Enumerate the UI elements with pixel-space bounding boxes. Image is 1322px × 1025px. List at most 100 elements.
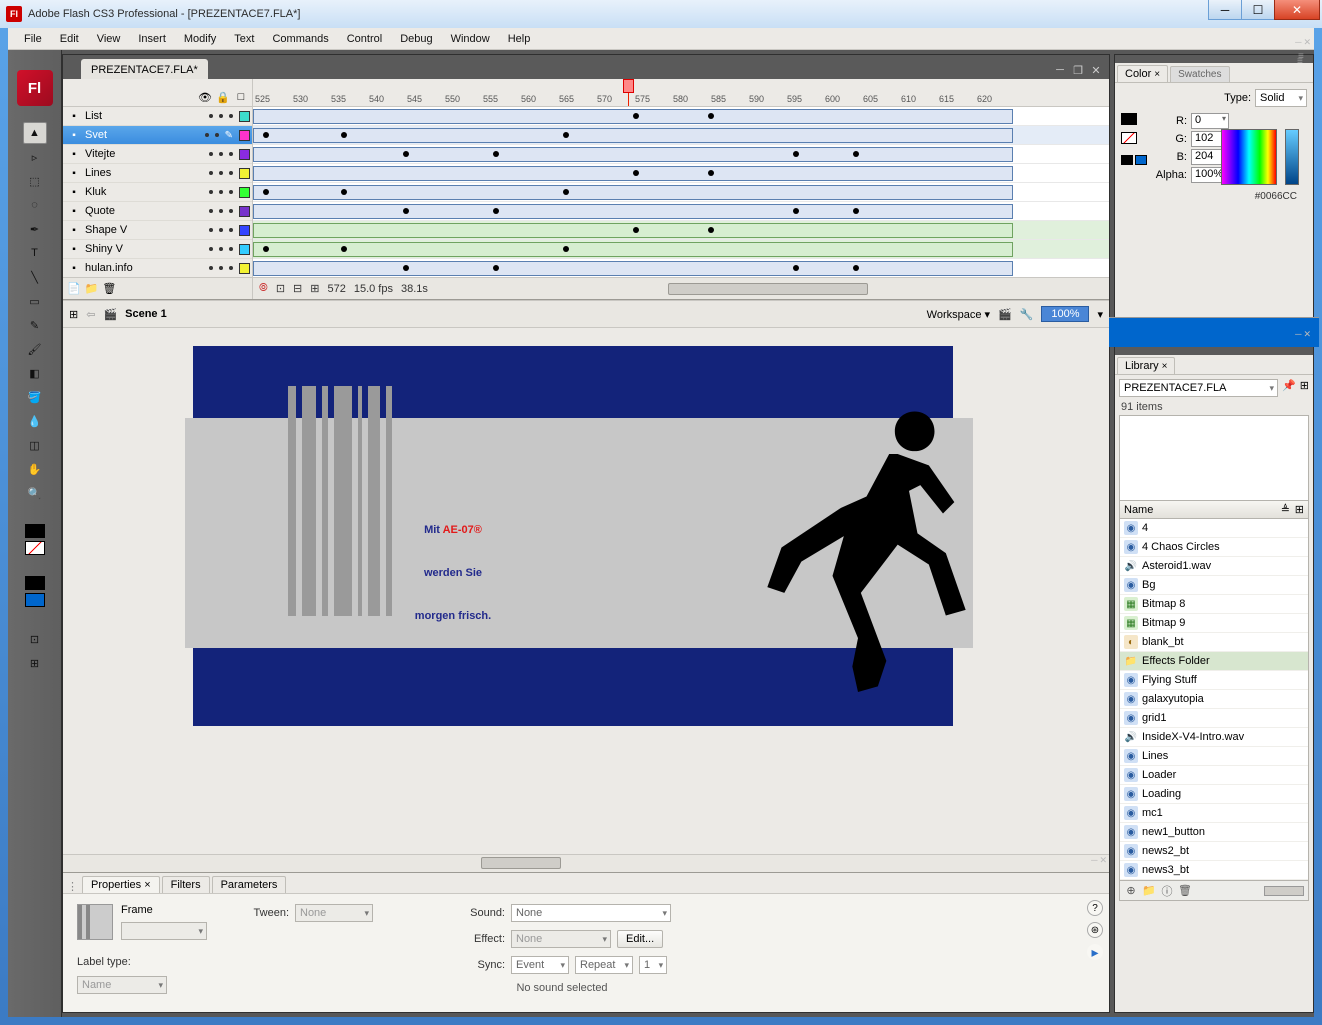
frame-name-input[interactable] xyxy=(121,922,207,940)
library-item[interactable]: ◉Flying Stuff xyxy=(1120,671,1308,690)
library-item[interactable]: ◉4 Chaos Circles xyxy=(1120,538,1308,557)
layer-row[interactable]: ▪Vitejte xyxy=(63,145,252,164)
layer-color-box[interactable] xyxy=(239,263,250,274)
layer-color-box[interactable] xyxy=(239,130,250,141)
layer-color-box[interactable] xyxy=(239,149,250,160)
new-layer-icon[interactable]: 📄 xyxy=(67,282,81,295)
default-colors-icon[interactable] xyxy=(1121,155,1133,165)
doc-close-icon[interactable]: ✕ xyxy=(1089,63,1103,77)
library-item[interactable]: 🔊InsideX-V4-Intro.wav xyxy=(1120,728,1308,747)
center-frame-icon[interactable]: ⊡ xyxy=(276,282,285,295)
edit-symbol-dropdown-icon[interactable]: 🔧 xyxy=(1020,308,1034,321)
stage-h-scrollbar[interactable] xyxy=(63,854,1109,872)
menu-insert[interactable]: Insert xyxy=(130,31,174,47)
accessibility-icon[interactable]: ⊛ xyxy=(1087,922,1103,938)
fill-type-combo[interactable]: Solid xyxy=(1255,89,1307,107)
stroke-swatch-icon[interactable] xyxy=(1121,113,1137,125)
library-doc-combo[interactable]: PREZENTACE7.FLA xyxy=(1119,379,1278,397)
playhead[interactable] xyxy=(628,79,629,106)
library-item[interactable]: ◉4 xyxy=(1120,519,1308,538)
zoom-input[interactable]: 100% xyxy=(1041,306,1089,322)
workspace-menu[interactable]: Workspace ▾ xyxy=(927,308,990,321)
no-color-icon[interactable] xyxy=(1121,132,1137,144)
hand-tool[interactable]: ✋ xyxy=(23,458,47,480)
tween-combo[interactable]: None xyxy=(295,904,373,922)
edit-sound-button[interactable]: Edit... xyxy=(617,930,663,948)
hex-value[interactable]: #0066CC xyxy=(1255,191,1297,202)
properties-lib-icon[interactable]: ⓘ xyxy=(1160,884,1174,898)
library-item[interactable]: 📁Effects Folder xyxy=(1120,652,1308,671)
stroke-none-icon[interactable] xyxy=(25,541,45,555)
back-icon[interactable]: ⇦ xyxy=(86,308,95,321)
library-item[interactable]: ◉news2_bt xyxy=(1120,842,1308,861)
tab-color[interactable]: Color × xyxy=(1117,65,1168,82)
lib-h-scroll[interactable] xyxy=(1264,886,1304,896)
library-item[interactable]: ◉news3_bt xyxy=(1120,861,1308,880)
layer-color-box[interactable] xyxy=(239,206,250,217)
layer-color-box[interactable] xyxy=(239,225,250,236)
lib-panel-min-icon[interactable]: ─ xyxy=(1295,329,1301,340)
ink-bottle-tool[interactable]: ◧ xyxy=(23,362,47,384)
new-symbol-icon[interactable]: ⊕ xyxy=(1124,884,1138,898)
layer-color-box[interactable] xyxy=(239,187,250,198)
delete-lib-icon[interactable]: 🗑 xyxy=(1178,884,1192,898)
frame-row[interactable] xyxy=(253,126,1109,145)
layer-row[interactable]: ▪Shiny V xyxy=(63,240,252,259)
library-item[interactable]: ◐blank_bt xyxy=(1120,633,1308,652)
text-tool[interactable]: T xyxy=(23,242,47,264)
edit-multiple-icon[interactable]: ⊞ xyxy=(310,282,319,295)
frame-row[interactable] xyxy=(253,183,1109,202)
pencil-tool[interactable]: ✎ xyxy=(23,314,47,336)
close-button[interactable]: ✕ xyxy=(1274,0,1320,20)
snap-option-icon[interactable]: ⊡ xyxy=(23,628,47,650)
free-transform-tool[interactable]: ⬚ xyxy=(23,170,47,192)
library-item[interactable]: ◉grid1 xyxy=(1120,709,1308,728)
library-item[interactable]: 🔊Asteroid1.wav xyxy=(1120,557,1308,576)
tab-library[interactable]: Library × xyxy=(1117,357,1175,374)
delete-layer-icon[interactable]: 🗑 xyxy=(102,282,116,295)
new-folder-icon[interactable]: 📁 xyxy=(85,282,99,295)
edit-scene-dropdown-icon[interactable]: 🎬 xyxy=(998,308,1012,321)
eraser-tool[interactable]: ◫ xyxy=(23,434,47,456)
zoom-tool[interactable]: 🔍 xyxy=(23,482,47,504)
selection-tool[interactable]: ▲ xyxy=(23,122,47,144)
doc-restore-icon[interactable]: ❐ xyxy=(1071,63,1085,77)
stroke-color-chip[interactable] xyxy=(25,524,45,538)
layer-color-box[interactable] xyxy=(239,168,250,179)
help-icon[interactable]: ? xyxy=(1087,900,1103,916)
pen-tool[interactable]: ✒ xyxy=(23,218,47,240)
menu-window[interactable]: Window xyxy=(443,31,498,47)
fill-stroke-swap[interactable] xyxy=(25,576,45,590)
layer-row[interactable]: ▪List xyxy=(63,107,252,126)
lock-column-icon[interactable]: 🔒 xyxy=(216,90,230,104)
stage-area[interactable]: Mit AE-07® werden Sie morgen frisch. xyxy=(63,328,1109,854)
tab-filters[interactable]: Filters xyxy=(162,876,210,893)
onion-outlines-icon[interactable]: ⊟ xyxy=(293,282,302,295)
minimize-button[interactable]: ─ xyxy=(1208,0,1242,20)
frame-row[interactable] xyxy=(253,202,1109,221)
panel-close-icon[interactable]: ✕ xyxy=(1099,855,1107,866)
tab-swatches[interactable]: Swatches xyxy=(1170,66,1229,82)
frame-row[interactable] xyxy=(253,164,1109,183)
r-input[interactable]: 0 xyxy=(1191,113,1229,129)
rectangle-tool[interactable]: ▭ xyxy=(23,290,47,312)
tab-parameters[interactable]: Parameters xyxy=(212,876,287,893)
library-item[interactable]: ▦Bitmap 8 xyxy=(1120,595,1308,614)
maximize-button[interactable]: ☐ xyxy=(1241,0,1275,20)
frame-row[interactable] xyxy=(253,221,1109,240)
zoom-dropdown-icon[interactable]: ▾ xyxy=(1097,308,1103,321)
lib-panel-close-icon[interactable]: ✕ xyxy=(1303,329,1311,340)
menu-control[interactable]: Control xyxy=(339,31,390,47)
library-item[interactable]: ◉new1_button xyxy=(1120,823,1308,842)
eyedropper-tool[interactable]: 💧 xyxy=(23,410,47,432)
frame-row[interactable] xyxy=(253,145,1109,164)
paint-bucket-tool[interactable]: 🪣 xyxy=(23,386,47,408)
pin-library-icon[interactable]: 📌 xyxy=(1282,379,1296,397)
effect-combo[interactable]: None xyxy=(511,930,611,948)
swap-colors-icon[interactable] xyxy=(1135,155,1147,165)
menu-text[interactable]: Text xyxy=(226,31,262,47)
new-folder-lib-icon[interactable]: 📁 xyxy=(1142,884,1156,898)
menu-help[interactable]: Help xyxy=(500,31,539,47)
layer-row[interactable]: ▪Shape V xyxy=(63,221,252,240)
repeat-count-input[interactable]: 1 xyxy=(639,956,667,974)
